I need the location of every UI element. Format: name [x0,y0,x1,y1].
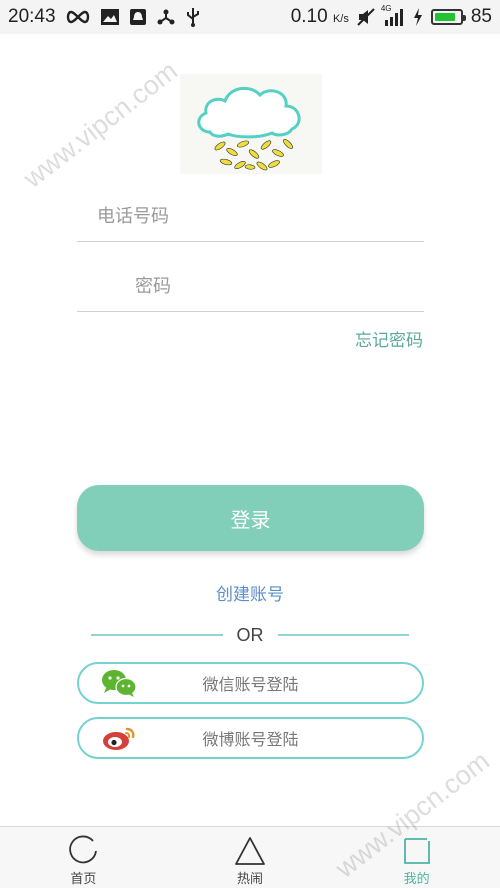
or-label: OR [236,624,264,645]
network-speed: 0.10 [290,6,328,27]
battery-level [434,13,456,21]
mute-icon [357,8,375,26]
tab-trending-label: 热闹 [237,872,264,887]
tab-home[interactable]: 首页 [0,827,167,888]
login-button[interactable]: 登录 [77,485,424,551]
circle-icon [67,835,99,867]
battery-icon [430,9,466,25]
notification-icon [129,8,147,26]
tab-trending[interactable]: 热闹 [167,827,334,888]
weibo-login-button[interactable]: 微博账号登陆 [77,717,424,759]
tab-mine-label: 我的 [403,872,430,887]
bottom-tab-bar: 首页 热闹 我的 [0,826,500,888]
status-bar: 20:43 0.10 K/s 4G 85 [0,0,500,34]
signal-icon: 4G [381,4,405,26]
watermark-top: www.vipcn.com [18,55,184,194]
weibo-icon [101,724,137,752]
share-icon [156,8,176,26]
forgot-password-link[interactable]: 忘记密码 [355,326,423,351]
tab-home-label: 首页 [70,872,97,887]
or-divider: OR [91,622,409,648]
battery-percent: 85 [470,6,492,27]
triangle-icon [234,835,266,867]
create-account-link[interactable]: 创建账号 [0,580,500,605]
password-field-container [77,262,424,312]
usb-icon [185,7,201,27]
phone-input[interactable] [97,206,424,227]
speed-unit: K/s [332,13,349,25]
wechat-login-button[interactable]: 微信账号登陆 [77,662,424,704]
password-input[interactable] [135,276,424,297]
infinity-icon [65,10,91,24]
wechat-icon [101,669,137,697]
divider-line-right [277,634,409,636]
tab-mine[interactable]: 我的 [333,827,500,888]
square-icon [401,835,433,867]
network-type: 4G [380,4,392,13]
charging-icon [413,8,423,26]
status-time: 20:43 [8,6,56,27]
app-logo [180,74,322,174]
divider-line-left [91,634,223,636]
image-icon [100,8,120,26]
phone-field-container [77,192,424,242]
